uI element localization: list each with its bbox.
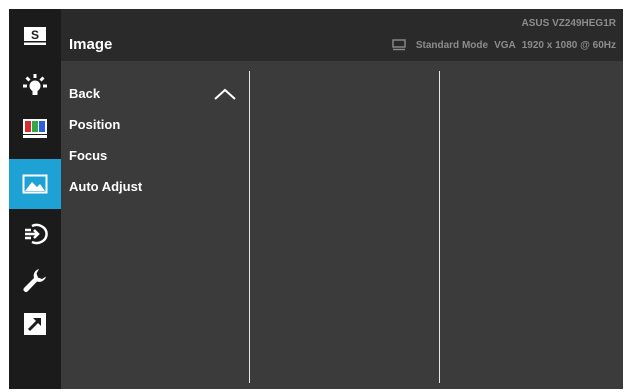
- input-arrow-icon: [25, 223, 48, 245]
- model-name: ASUS VZ249HEG1R: [521, 18, 616, 29]
- sidebar-item-shortcut[interactable]: [9, 299, 61, 349]
- brightness-bulb-icon: [23, 74, 47, 95]
- column-divider-left: [249, 71, 250, 383]
- sidebar-item-system-setup[interactable]: [9, 255, 61, 305]
- status-line: Standard Mode VGA 1920 x 1080 @ 60Hz: [392, 39, 616, 51]
- chevron-up-icon[interactable]: [213, 87, 237, 101]
- s-badge-icon: S: [24, 27, 46, 45]
- landscape-image-icon: [22, 174, 48, 194]
- sidebar-item-color[interactable]: [9, 103, 61, 153]
- s-badge-label: S: [31, 28, 39, 42]
- panel-header: Image ASUS VZ249HEG1R Standard Mode VGA …: [61, 9, 623, 61]
- osd-menu: S Image ASUS VZ249HEG1R Standard Mode VG…: [9, 9, 623, 389]
- mode-label: Standard Mode: [415, 39, 489, 51]
- sidebar-item-input-select[interactable]: [9, 209, 61, 259]
- resolution-label: 1920 x 1080 @ 60Hz: [521, 39, 616, 51]
- column-divider-right: [439, 71, 440, 383]
- sidebar-item-splendid[interactable]: S: [9, 11, 61, 61]
- menu-item-focus[interactable]: Focus: [69, 148, 107, 163]
- shortcut-arrow-icon: [24, 313, 46, 335]
- menu-item-position[interactable]: Position: [69, 117, 120, 132]
- sidebar: S: [9, 9, 61, 389]
- input-label: VGA: [494, 39, 516, 51]
- menu-item-auto-adjust[interactable]: Auto Adjust: [69, 179, 142, 194]
- page-title: Image: [69, 36, 113, 53]
- menu-item-back[interactable]: Back: [69, 86, 100, 101]
- sidebar-item-image[interactable]: [9, 159, 61, 209]
- monitor-icon: [392, 39, 406, 51]
- color-bars-icon: [23, 119, 47, 138]
- main-panel: Image ASUS VZ249HEG1R Standard Mode VGA …: [61, 9, 623, 389]
- wrench-icon: [23, 269, 46, 292]
